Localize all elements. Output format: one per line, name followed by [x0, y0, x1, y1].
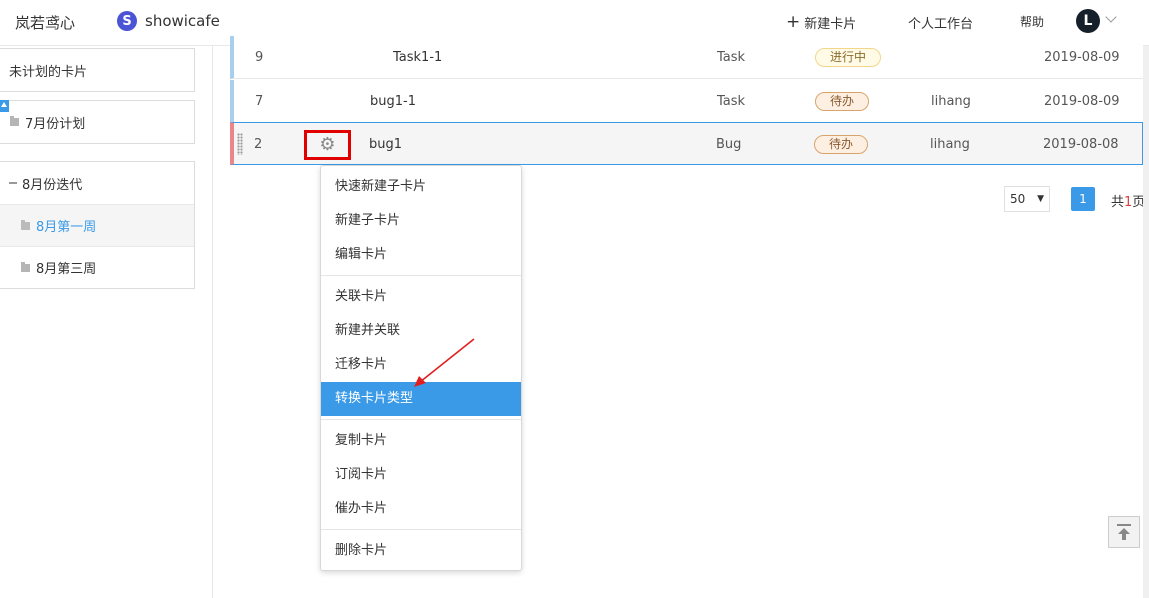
sidebar-group-july: 7月份计划 [0, 100, 195, 144]
sidebar-item-aug-week1[interactable]: 8月第一周 [0, 204, 194, 246]
sidebar-item-label: 未计划的卡片 [9, 64, 88, 80]
table-row[interactable]: 2 ⚙ bug1 Bug 待办 lihang 2019-08-08 [230, 122, 1143, 165]
card-date: 2019-08-09 [1044, 94, 1120, 109]
caret-down-icon: ▼ [1037, 194, 1044, 204]
arrow-up-icon[interactable] [0, 100, 9, 112]
sidebar-item-july-plan[interactable]: 7月份计划 [0, 101, 194, 143]
gear-icon: ⚙ [319, 134, 336, 155]
folder-icon [21, 219, 30, 230]
status-badge[interactable]: 进行中 [815, 48, 882, 67]
page-total: 共1页 [1111, 191, 1145, 210]
page-total-prefix: 共 [1111, 195, 1125, 210]
card-id: 9 [255, 50, 264, 65]
sidebar-group-august: 8月份迭代 8月第一周 8月第三周 [0, 161, 195, 289]
menu-item-edit[interactable]: 编辑卡片 [321, 238, 521, 272]
avatar[interactable]: L [1076, 9, 1100, 33]
status-badge[interactable]: 待办 [814, 135, 869, 154]
menu-item-subscribe[interactable]: 订阅卡片 [321, 458, 521, 492]
card-type: Task [717, 94, 746, 109]
menu-item-new-child[interactable]: 新建子卡片 [321, 204, 521, 238]
folder-icon [10, 116, 19, 126]
sidebar-item-aug-iteration[interactable]: 8月份迭代 [0, 162, 194, 204]
drag-handle-icon[interactable] [237, 133, 243, 155]
sidebar-item-unplanned[interactable]: 未计划的卡片 [0, 49, 194, 91]
card-title[interactable]: Task1-1 [393, 36, 442, 79]
card-owner: lihang [930, 137, 970, 152]
card-type: Task [717, 50, 746, 65]
sidebar-item-label: 7月份计划 [25, 116, 86, 132]
card-settings-button[interactable]: ⚙ [304, 130, 351, 160]
menu-item-quick-new-child[interactable]: 快速新建子卡片 [321, 170, 521, 204]
annotation-arrow-icon [414, 338, 475, 387]
sidebar-item-label: 8月第一周 [36, 220, 97, 235]
brand-name[interactable]: 岚若鸢心 [15, 12, 75, 33]
sidebar-item-label: 8月份迭代 [22, 177, 83, 193]
chevron-down-icon[interactable] [1105, 11, 1117, 23]
card-owner: lihang [931, 94, 971, 109]
sidebar-group-unplanned: 未计划的卡片 [0, 48, 195, 92]
card-id: 7 [255, 94, 264, 109]
project-name: showicafe [145, 12, 220, 30]
menu-item-urge[interactable]: 催办卡片 [321, 492, 521, 526]
collapse-icon[interactable] [9, 182, 17, 184]
project-logo: S [117, 11, 137, 31]
menu-item-copy[interactable]: 复制卡片 [321, 424, 521, 458]
menu-item-link[interactable]: 关联卡片 [321, 280, 521, 314]
new-card-button[interactable]: + 新建卡片 [786, 12, 857, 33]
workspace-link[interactable]: 个人工作台 [908, 13, 973, 32]
menu-divider [321, 275, 521, 276]
card-date: 2019-08-09 [1044, 50, 1120, 65]
menu-divider [321, 529, 521, 530]
sidebar-item-label: 8月第三周 [36, 262, 97, 277]
table-row[interactable]: 9 Task1-1 Task 进行中 2019-08-09 [230, 36, 1143, 79]
card-type: Bug [716, 137, 742, 152]
project-switcher[interactable]: S showicafe [117, 11, 220, 31]
sidebar-item-aug-week3[interactable]: 8月第三周 [0, 246, 194, 288]
menu-item-delete[interactable]: 删除卡片 [321, 534, 521, 568]
scrollbar-track[interactable] [1143, 46, 1149, 598]
card-title[interactable]: bug1 [369, 123, 402, 166]
table-row[interactable]: 7 bug1-1 Task 待办 lihang 2019-08-09 [230, 80, 1143, 123]
help-link[interactable]: 帮助 [1020, 13, 1044, 30]
card-title[interactable]: bug1-1 [370, 80, 416, 123]
card-id: 2 [254, 137, 263, 152]
back-to-top-button[interactable] [1108, 516, 1140, 548]
plus-icon: + [786, 12, 801, 32]
sidebar: 未计划的卡片 7月份计划 8月份迭代 8月第一周 8月第三周 [0, 46, 213, 598]
new-card-label: 新建卡片 [804, 17, 857, 32]
folder-icon [21, 261, 30, 272]
page-size-select[interactable]: 50 ▼ [1004, 186, 1050, 212]
back-to-top-icon [1117, 524, 1131, 540]
menu-divider [321, 419, 521, 420]
card-date: 2019-08-08 [1043, 137, 1119, 152]
status-badge[interactable]: 待办 [815, 92, 870, 111]
page-size-value: 50 [1010, 192, 1026, 206]
page-number-button[interactable]: 1 [1071, 187, 1095, 211]
